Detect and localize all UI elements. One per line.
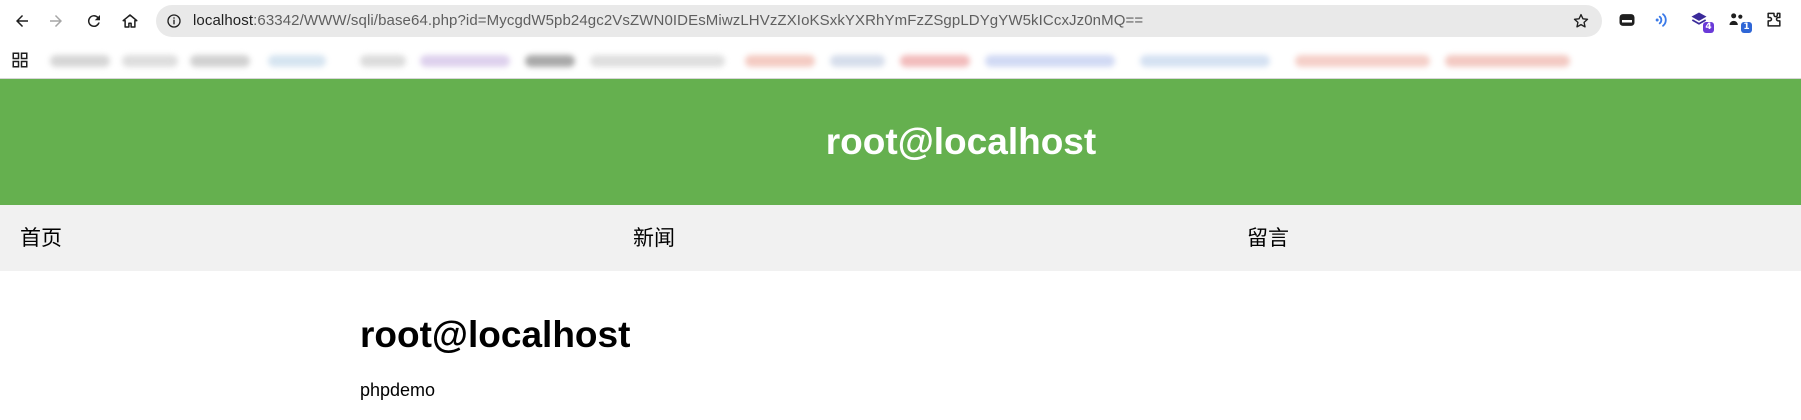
home-icon: [122, 14, 138, 28]
article-title: root@localhost: [360, 314, 631, 355]
article-text: phpdemo: [360, 380, 436, 400]
bookmark-item[interactable]: [420, 55, 510, 67]
bookmark-item[interactable]: [985, 55, 1115, 67]
extension-people-icon[interactable]: 1: [1727, 10, 1752, 33]
url-text[interactable]: localhost:63342/WWW/sqli/base64.php?id=M…: [193, 5, 1143, 37]
bookmark-item[interactable]: [900, 55, 970, 67]
bookmark-item[interactable]: [268, 55, 326, 67]
forward-arrow-icon: [50, 15, 62, 27]
bookmark-item[interactable]: [525, 55, 575, 67]
extension-audio-icon[interactable]: [1653, 10, 1673, 30]
home-button[interactable]: [117, 8, 143, 34]
extension-badge: 1: [1741, 22, 1752, 33]
url-host: localhost: [193, 12, 254, 29]
bookmark-item[interactable]: [360, 55, 406, 67]
bookmarks-bar: [0, 42, 1801, 79]
bookmark-item[interactable]: [190, 55, 250, 67]
bookmark-item[interactable]: [50, 55, 110, 67]
nav-link-guestbook[interactable]: 留言: [1247, 205, 1289, 271]
back-arrow-icon: [16, 15, 28, 27]
extension-stack-icon[interactable]: 4: [1689, 10, 1714, 33]
apps-grid-icon[interactable]: [11, 51, 29, 69]
site-info-icon[interactable]: [166, 13, 182, 29]
bookmark-item[interactable]: [1445, 55, 1570, 67]
bookmark-item[interactable]: [1140, 55, 1270, 67]
url-path: :63342/WWW/sqli/base64.php?id=MycgdW5pb2…: [253, 12, 1144, 29]
extension-badge: 4: [1703, 22, 1714, 33]
browser-toolbar: localhost:63342/WWW/sqli/base64.php?id=M…: [0, 0, 1801, 42]
site-nav: 首页 新闻 留言: [0, 205, 1801, 271]
bookmark-item[interactable]: [590, 55, 725, 67]
site-title: root@localhost: [825, 121, 1097, 162]
forward-button[interactable]: [43, 8, 69, 34]
bookmark-item[interactable]: [745, 55, 815, 67]
back-button[interactable]: [9, 8, 35, 34]
site-header: root@localhost: [0, 79, 1801, 205]
bookmark-item[interactable]: [122, 55, 178, 67]
bookmark-star-icon[interactable]: [1572, 12, 1590, 30]
reload-button[interactable]: [81, 8, 107, 34]
bookmark-item[interactable]: [1295, 55, 1430, 67]
nav-link-news[interactable]: 新闻: [633, 205, 675, 271]
address-bar[interactable]: localhost:63342/WWW/sqli/base64.php?id=M…: [156, 5, 1602, 37]
extensions-puzzle-icon[interactable]: [1764, 10, 1784, 30]
bookmark-item[interactable]: [830, 55, 885, 67]
extension-game-icon[interactable]: [1617, 10, 1637, 30]
nav-link-home[interactable]: 首页: [20, 205, 62, 271]
reload-icon: [87, 15, 100, 28]
